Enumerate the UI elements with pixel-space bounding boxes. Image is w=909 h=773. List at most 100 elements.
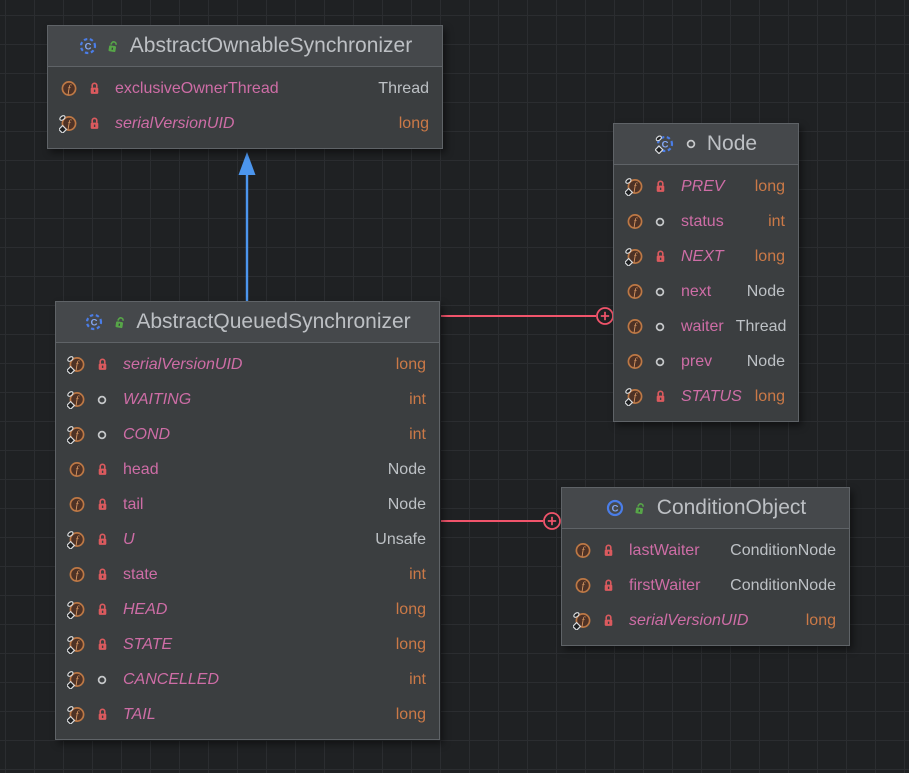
field-row[interactable]: f CANCELLEDint	[56, 662, 439, 697]
field-row[interactable]: f firstWaiterConditionNode	[562, 568, 849, 603]
field-name: WAITING	[123, 391, 191, 409]
class-header[interactable]: C ConditionObject	[562, 488, 849, 529]
field-row[interactable]: f HEADlong	[56, 592, 439, 627]
class-title: AbstractOwnableSynchronizer	[130, 34, 412, 58]
field-row[interactable]: f prevNode	[614, 344, 798, 379]
package-visibility-icon	[652, 321, 668, 333]
field-row[interactable]: f TAILlong	[56, 697, 439, 732]
field-row[interactable]: f headNode	[56, 452, 439, 487]
package-visibility-icon	[652, 356, 668, 368]
field-row[interactable]: f NEXTlong	[614, 239, 798, 274]
field-row[interactable]: f exclusiveOwnerThread Thread	[48, 71, 442, 106]
field-icon: f	[67, 530, 86, 549]
field-row[interactable]: f STATUSlong	[614, 379, 798, 414]
field-row[interactable]: f COND int	[56, 417, 439, 452]
field-type: Thread	[366, 80, 429, 98]
field-type: int	[756, 213, 785, 231]
field-row[interactable]: f tailNode	[56, 487, 439, 522]
class-header[interactable]: C Node	[614, 124, 798, 165]
class-header[interactable]: C AbstractQueuedSynchronizer	[56, 302, 439, 343]
field-name: status	[681, 213, 724, 231]
field-icon: f	[59, 79, 78, 98]
field-icon: f	[625, 247, 644, 266]
field-name: tail	[123, 496, 143, 514]
field-row[interactable]: f STATElong	[56, 627, 439, 662]
field-row[interactable]: f serialVersionUID long	[48, 106, 442, 141]
field-type: long	[387, 115, 429, 133]
field-icon: f	[67, 565, 86, 584]
class-icon: C	[605, 498, 625, 518]
class-icon: C	[78, 36, 98, 56]
inheritance-edge[interactable]	[239, 152, 256, 302]
field-name: STATE	[123, 636, 172, 654]
field-icon: f	[67, 460, 86, 479]
inner-class-plus-icon[interactable]	[597, 308, 613, 324]
private-lock-icon	[652, 179, 668, 194]
field-row[interactable]: f serialVersionUIDlong	[56, 347, 439, 382]
field-name: STATUS	[681, 388, 742, 406]
field-type: long	[743, 178, 785, 196]
private-lock-icon	[86, 116, 102, 131]
private-lock-icon	[94, 357, 110, 372]
field-name: serialVersionUID	[629, 612, 748, 630]
package-visibility-icon	[683, 138, 699, 150]
field-name: prev	[681, 353, 712, 371]
field-row[interactable]: f next Node	[614, 274, 798, 309]
field-type: int	[397, 426, 426, 444]
field-name: HEAD	[123, 601, 167, 619]
class-title: AbstractQueuedSynchronizer	[136, 310, 410, 334]
class-header[interactable]: C AbstractOwnableSynchronizer	[48, 26, 442, 67]
field-icon: f	[59, 114, 78, 133]
field-row[interactable]: f lastWaiterConditionNode	[562, 533, 849, 568]
field-name: next	[681, 283, 711, 301]
package-visibility-icon	[94, 674, 110, 686]
svg-text:C: C	[84, 41, 91, 52]
field-row[interactable]: f PREVlong	[614, 169, 798, 204]
field-row[interactable]: f UUnsafe	[56, 522, 439, 557]
private-lock-icon	[94, 462, 110, 477]
field-row[interactable]: f WAITINGint	[56, 382, 439, 417]
field-icon: f	[67, 425, 86, 444]
public-lock-icon	[106, 39, 122, 54]
class-icon: C	[655, 134, 675, 154]
field-row[interactable]: f serialVersionUIDlong	[562, 603, 849, 638]
class-title: ConditionObject	[657, 496, 806, 520]
field-row[interactable]: f statusint	[614, 204, 798, 239]
fields-list: f lastWaiterConditionNode f firstWaiterC…	[562, 529, 849, 645]
private-lock-icon	[94, 707, 110, 722]
inner-class-plus-icon[interactable]	[544, 513, 560, 529]
field-name: NEXT	[681, 248, 724, 266]
field-name: waiter	[681, 318, 724, 336]
class-title: Node	[707, 132, 757, 156]
field-name: serialVersionUID	[115, 115, 234, 133]
field-type: long	[384, 601, 426, 619]
field-type: Node	[735, 283, 785, 301]
field-icon: f	[625, 352, 644, 371]
field-name: serialVersionUID	[123, 356, 242, 374]
class-node-abstractownablesynchronizer[interactable]: C AbstractOwnableSynchronizer f exclusiv…	[47, 25, 443, 149]
class-node-abstractqueuedsynchronizer[interactable]: C AbstractQueuedSynchronizer f serialVer…	[55, 301, 440, 740]
private-lock-icon	[600, 578, 616, 593]
field-type: int	[397, 671, 426, 689]
field-type: Thread	[724, 318, 787, 336]
private-lock-icon	[600, 543, 616, 558]
private-lock-icon	[94, 637, 110, 652]
field-icon: f	[67, 635, 86, 654]
private-lock-icon	[94, 532, 110, 547]
private-lock-icon	[86, 81, 102, 96]
inner-class-edge[interactable]	[441, 513, 560, 529]
field-row[interactable]: f waiterThread	[614, 309, 798, 344]
field-icon: f	[67, 355, 86, 374]
field-icon: f	[625, 282, 644, 301]
private-lock-icon	[600, 613, 616, 628]
class-node-conditionobject[interactable]: C ConditionObject f lastWaiterConditionN…	[561, 487, 850, 646]
field-icon: f	[67, 495, 86, 514]
fields-list: f serialVersionUIDlong f WAITINGint f CO…	[56, 343, 439, 739]
diagram-canvas[interactable]: C AbstractOwnableSynchronizer f exclusiv…	[0, 0, 909, 773]
field-row[interactable]: f stateint	[56, 557, 439, 592]
field-name: COND	[123, 426, 170, 444]
field-name: exclusiveOwnerThread	[115, 80, 279, 98]
inner-class-edge[interactable]	[441, 308, 613, 324]
class-node-node[interactable]: C Node f PREVlong f statusint f NEXTlong…	[613, 123, 799, 422]
public-lock-icon	[633, 501, 649, 516]
